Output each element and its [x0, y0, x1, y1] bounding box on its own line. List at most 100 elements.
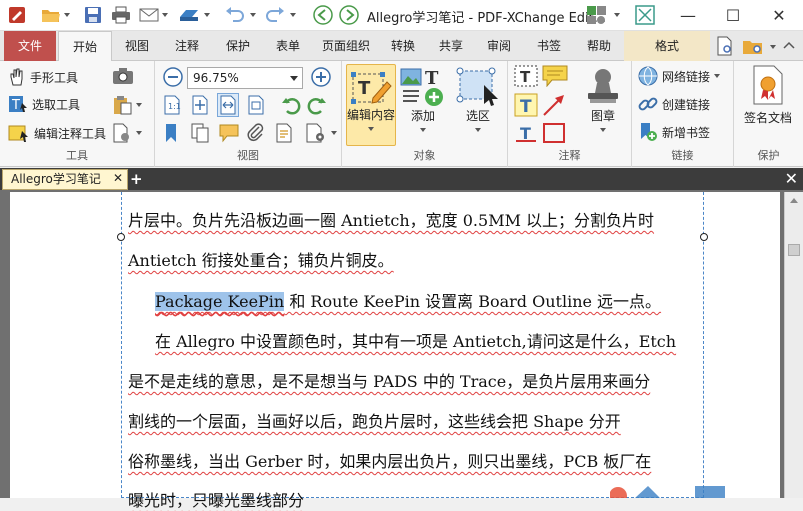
add-bookmark-icon	[638, 122, 658, 142]
paragraph-line-7[interactable]: 俗称墨线，当出 Gerber 时，如果内层出负片，则只出墨线，PCB 板厂在	[128, 448, 651, 472]
fit-page-button[interactable]	[191, 95, 209, 115]
attachments-pane-button[interactable]	[247, 123, 265, 143]
redo-dropdown-icon[interactable]	[290, 13, 296, 17]
document-tab[interactable]: Allegro学习笔记 ✕	[2, 169, 128, 190]
paragraph-line-1[interactable]: 片层中。负片先沿板边画一圈 Antietch，宽度 0.5MM 以上；分割负片时	[128, 207, 654, 231]
paragraph-line-6[interactable]: 割线的一个层面，当画好以后，跑负片层时，这些线会把 Shape 分开	[128, 408, 621, 432]
new-bookmark-button[interactable]: 新增书签	[638, 122, 710, 142]
rectangle-button[interactable]	[542, 121, 566, 145]
web-links-button[interactable]: 网络链接	[638, 66, 721, 86]
comments-pane-button[interactable]	[219, 123, 239, 143]
scan-icon[interactable]	[178, 4, 200, 26]
format-dropdown-icon[interactable]	[136, 131, 142, 135]
pages-pane-button[interactable]	[191, 123, 211, 143]
close-all-tabs-button[interactable]: ✕	[785, 169, 798, 188]
expand-ribbon-icon[interactable]	[778, 35, 800, 57]
fit-visible-button[interactable]	[247, 95, 265, 115]
tab-file[interactable]: 文件	[4, 31, 56, 61]
snapshot-button[interactable]	[112, 67, 134, 85]
tab-convert[interactable]: 转换	[380, 31, 426, 61]
tab-comment[interactable]: 注释	[162, 31, 212, 61]
add-button[interactable]: T 添加	[398, 64, 448, 146]
open-dropdown-icon[interactable]	[64, 13, 70, 17]
scroll-up-icon[interactable]	[790, 198, 798, 203]
paragraph-line-2[interactable]: Antietch 衔接处重合；铺负片铜皮。	[128, 247, 394, 271]
svg-text:T: T	[11, 98, 20, 113]
paste-button[interactable]	[112, 95, 142, 115]
print-icon[interactable]	[110, 4, 132, 26]
edit-annotation-tool-button[interactable]: 编辑注释工具	[8, 123, 106, 143]
open-folder-icon[interactable]	[40, 4, 62, 26]
tab-organize[interactable]: 页面组织	[314, 31, 378, 61]
customize-toolbar-icon[interactable]	[586, 4, 608, 26]
paragraph-line-8[interactable]: 曝光时，只曝光墨线部分	[128, 487, 304, 511]
rotate-right-button[interactable]	[307, 95, 327, 115]
tab-forms[interactable]: 表单	[264, 31, 312, 61]
undo-icon[interactable]	[224, 4, 246, 26]
group-view: 96.75% 1:1 视图	[155, 61, 342, 167]
back-icon[interactable]	[312, 4, 334, 26]
zoom-in-icon	[311, 67, 331, 87]
callout-button[interactable]: T	[514, 121, 538, 145]
search-dropdown-icon[interactable]	[770, 45, 776, 49]
tab-format[interactable]: 格式	[624, 31, 710, 61]
tab-home[interactable]: 开始	[58, 31, 112, 62]
zoom-in-button[interactable]	[311, 67, 331, 87]
paragraph-line-4[interactable]: 在 Allegro 中设置颜色时，其中有一项是 Antietch,请问这是什么，…	[155, 328, 676, 352]
close-button[interactable]: ✕	[756, 0, 802, 31]
svg-text:T: T	[358, 78, 371, 99]
paste-dropdown-icon[interactable]	[136, 103, 142, 107]
find-document-icon[interactable]	[714, 35, 736, 57]
zoom-select[interactable]: 96.75%	[187, 67, 303, 89]
sticky-note-button[interactable]	[542, 65, 568, 87]
tab-help[interactable]: 帮助	[576, 31, 622, 61]
save-icon[interactable]	[82, 4, 104, 26]
forward-icon[interactable]	[338, 4, 360, 26]
view-settings-button[interactable]	[305, 123, 337, 143]
tab-share[interactable]: 共享	[428, 31, 474, 61]
resize-handle-right[interactable]	[700, 233, 708, 241]
app-icon[interactable]	[6, 4, 28, 26]
vertical-scrollbar[interactable]	[784, 192, 803, 498]
create-link-button[interactable]: 创建链接	[638, 94, 710, 114]
minimize-button[interactable]: —	[665, 0, 711, 31]
maximize-button[interactable]: ☐	[710, 0, 756, 31]
tab-view[interactable]: 视图	[114, 31, 160, 61]
zoom-out-button[interactable]	[163, 67, 183, 87]
actual-size-button[interactable]: 1:1	[163, 95, 181, 115]
scan-dropdown-icon[interactable]	[204, 13, 210, 17]
email-icon[interactable]	[138, 4, 160, 26]
redo-icon[interactable]	[264, 4, 286, 26]
paragraph-line-3[interactable]: Package KeePin 和 Route KeePin 设置离 Board …	[155, 288, 661, 312]
email-dropdown-icon[interactable]	[162, 13, 168, 17]
bookmarks-pane-button[interactable]	[163, 123, 179, 143]
scroll-thumb[interactable]	[788, 244, 800, 256]
new-tab-button[interactable]: +	[130, 170, 143, 188]
selected-text[interactable]: Package KeePin	[155, 292, 285, 311]
text-box-button[interactable]: T	[514, 93, 538, 117]
resize-handle-left[interactable]	[117, 233, 125, 241]
search-folder-icon[interactable]	[742, 35, 764, 57]
tab-review[interactable]: 审阅	[476, 31, 522, 61]
document-properties-button[interactable]	[275, 123, 293, 143]
svg-text:T: T	[520, 68, 531, 86]
close-tab-icon[interactable]: ✕	[113, 169, 123, 188]
undo-dropdown-icon[interactable]	[250, 13, 256, 17]
arrow-button[interactable]	[542, 93, 566, 117]
paragraph-line-5[interactable]: 是不是走线的意思，是不是想当与 PADS 中的 Trace，是负片层用来画分	[128, 368, 650, 392]
fullscreen-icon[interactable]	[634, 4, 656, 26]
fit-width-button[interactable]	[217, 93, 239, 117]
format-painter-button[interactable]	[112, 123, 142, 143]
select-tool-button[interactable]: T 选取工具	[8, 95, 80, 113]
edit-content-button[interactable]: T 编辑内容	[346, 64, 396, 146]
sign-document-button[interactable]: 签名文档	[738, 65, 798, 135]
tab-protect[interactable]: 保护	[214, 31, 262, 61]
rotate-left-button[interactable]	[281, 95, 301, 115]
customize-dropdown-icon[interactable]	[614, 13, 620, 17]
tab-bookmarks[interactable]: 书签	[524, 31, 574, 61]
typewriter-button[interactable]: T	[514, 65, 538, 87]
hand-tool-button[interactable]: 手形工具	[8, 67, 78, 87]
stamp-button[interactable]: 图章	[578, 64, 628, 146]
select-area-button[interactable]: 选区	[450, 64, 506, 146]
view-settings-dropdown-icon[interactable]	[331, 131, 337, 135]
